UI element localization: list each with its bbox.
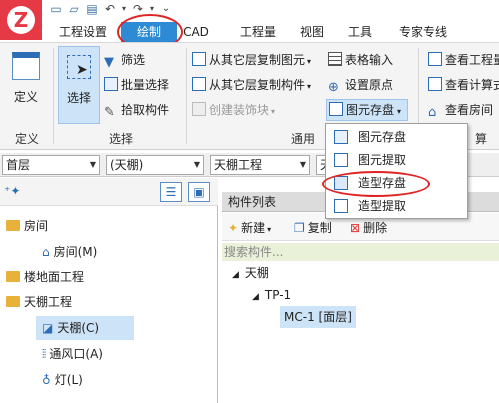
highlight-circle: [322, 171, 430, 197]
left-panel-toolbar: [0, 178, 218, 206]
tab-tools[interactable]: 工具: [342, 22, 378, 42]
open-folder-icon[interactable]: ▱: [66, 2, 82, 16]
delete-icon: ⊠: [350, 221, 361, 235]
separator: [53, 48, 54, 144]
house-icon: ⌂: [42, 245, 50, 259]
tab-cad[interactable]: CAD: [178, 22, 214, 42]
menu-item-extract-element[interactable]: 图元提取: [328, 149, 465, 171]
view-formula-icon: [428, 77, 442, 91]
set-origin-button[interactable]: ⊕ 设置原点: [328, 75, 393, 95]
tree-node-ceiling[interactable]: ◢ 天棚: [232, 262, 269, 284]
tree-item-room[interactable]: ⌂ 房间(M): [0, 240, 217, 264]
floor-select[interactable]: 首层 ▼: [2, 155, 100, 175]
tree-item-vent[interactable]: ⦙⦙ 通风口(A): [0, 342, 217, 366]
logo-glyph-icon: Z: [7, 6, 35, 34]
save-element-dropdown-button[interactable]: 图元存盘 ▾: [326, 99, 408, 121]
shape-extract-icon: [334, 199, 348, 213]
element-save-icon: [334, 130, 348, 144]
menu-item-save-element[interactable]: 图元存盘: [328, 126, 465, 148]
expand-all-icon[interactable]: ⁺✦: [4, 184, 20, 198]
view-quantity-icon: [428, 52, 442, 66]
folder-icon: [6, 220, 20, 231]
tab-view[interactable]: 视图: [294, 22, 330, 42]
select-cursor-icon: ➤: [67, 55, 91, 79]
pick-icon: ✎: [104, 105, 115, 120]
filter-icon: ▼: [104, 55, 114, 70]
house-icon: ⌂: [428, 105, 437, 120]
ceiling-icon: ◪: [42, 321, 54, 335]
table-input-button[interactable]: 表格输入: [328, 50, 393, 70]
customize-icon[interactable]: ⌄: [158, 2, 174, 16]
batch-select-button[interactable]: 批量选择: [104, 75, 169, 95]
pick-component-button[interactable]: ✎ 拾取构件: [104, 100, 169, 120]
copy-layer-icon: [192, 77, 206, 91]
origin-icon: ⊕: [328, 80, 339, 95]
copy-icon: ❐: [294, 221, 305, 235]
tree-item-light[interactable]: ♁ 灯(L): [0, 368, 217, 392]
bulb-icon: ♁: [42, 373, 51, 387]
view-formula-button[interactable]: 查看计算式: [428, 75, 499, 95]
new-file-icon[interactable]: ▭: [48, 2, 64, 16]
view-room-button[interactable]: ⌂ 查看房间: [428, 100, 493, 120]
new-component-button[interactable]: ✦ 新建 ▾: [228, 218, 271, 238]
tab-quantity[interactable]: 工程量: [232, 22, 284, 42]
folder-icon: [6, 296, 20, 307]
filter-button[interactable]: ▼ 筛选: [104, 50, 145, 70]
delete-component-button[interactable]: ⊠ 删除: [350, 218, 387, 238]
copy-components-button[interactable]: 从其它层复制构件 ▾: [192, 75, 311, 95]
copy-component-button[interactable]: ❐ 复制: [294, 218, 332, 238]
tree-folder-floor[interactable]: 楼地面工程: [0, 265, 217, 289]
group-label-select: 选择: [108, 132, 133, 146]
app-logo[interactable]: Z: [0, 0, 42, 40]
table-icon: [328, 52, 342, 66]
category-select[interactable]: (天棚) ▼: [106, 155, 204, 175]
tab-expert[interactable]: 专家专线: [392, 22, 454, 42]
tree-item-ceiling[interactable]: ◪ 天棚(C): [36, 316, 134, 340]
batch-select-icon: [104, 77, 118, 91]
new-icon: ✦: [228, 221, 239, 235]
create-decor-button[interactable]: 创建装饰块 ▾: [192, 100, 275, 120]
vent-icon: ⦙⦙: [42, 347, 47, 361]
menu-item-extract-shape[interactable]: 造型提取: [328, 195, 465, 217]
define-icon: [12, 52, 40, 80]
view-quantity-button[interactable]: 查看工程量: [428, 50, 499, 70]
tree-node-tp1[interactable]: ◢ TP-1: [252, 284, 291, 306]
separator: [186, 48, 187, 144]
group-label-calc: 算: [474, 132, 487, 146]
detail-view-icon[interactable]: ▣: [188, 182, 210, 202]
tree-folder-ceiling[interactable]: 天棚工程: [0, 290, 217, 314]
select-button[interactable]: ➤ 选择: [58, 46, 100, 124]
component-search-input[interactable]: 搜索构件...: [222, 243, 499, 261]
copy-elements-button[interactable]: 从其它层复制图元 ▾: [192, 50, 311, 70]
copy-layer-icon: [192, 52, 206, 66]
define-button[interactable]: 定义: [6, 50, 46, 110]
component-type-select[interactable]: 天棚工程 ▼: [210, 155, 310, 175]
tree-folder-room[interactable]: 房间: [0, 214, 217, 238]
list-view-icon[interactable]: ☰: [160, 182, 182, 202]
save-icon[interactable]: ▤: [84, 2, 100, 16]
folder-icon: [6, 271, 20, 282]
element-save-icon: [329, 102, 343, 116]
decor-block-icon: [192, 102, 206, 116]
group-label-define: 定义: [14, 132, 39, 146]
tab-project-settings[interactable]: 工程设置: [50, 22, 116, 42]
tree-node-mc1[interactable]: MC-1 [面层]: [280, 306, 356, 328]
element-extract-icon: [334, 153, 348, 167]
